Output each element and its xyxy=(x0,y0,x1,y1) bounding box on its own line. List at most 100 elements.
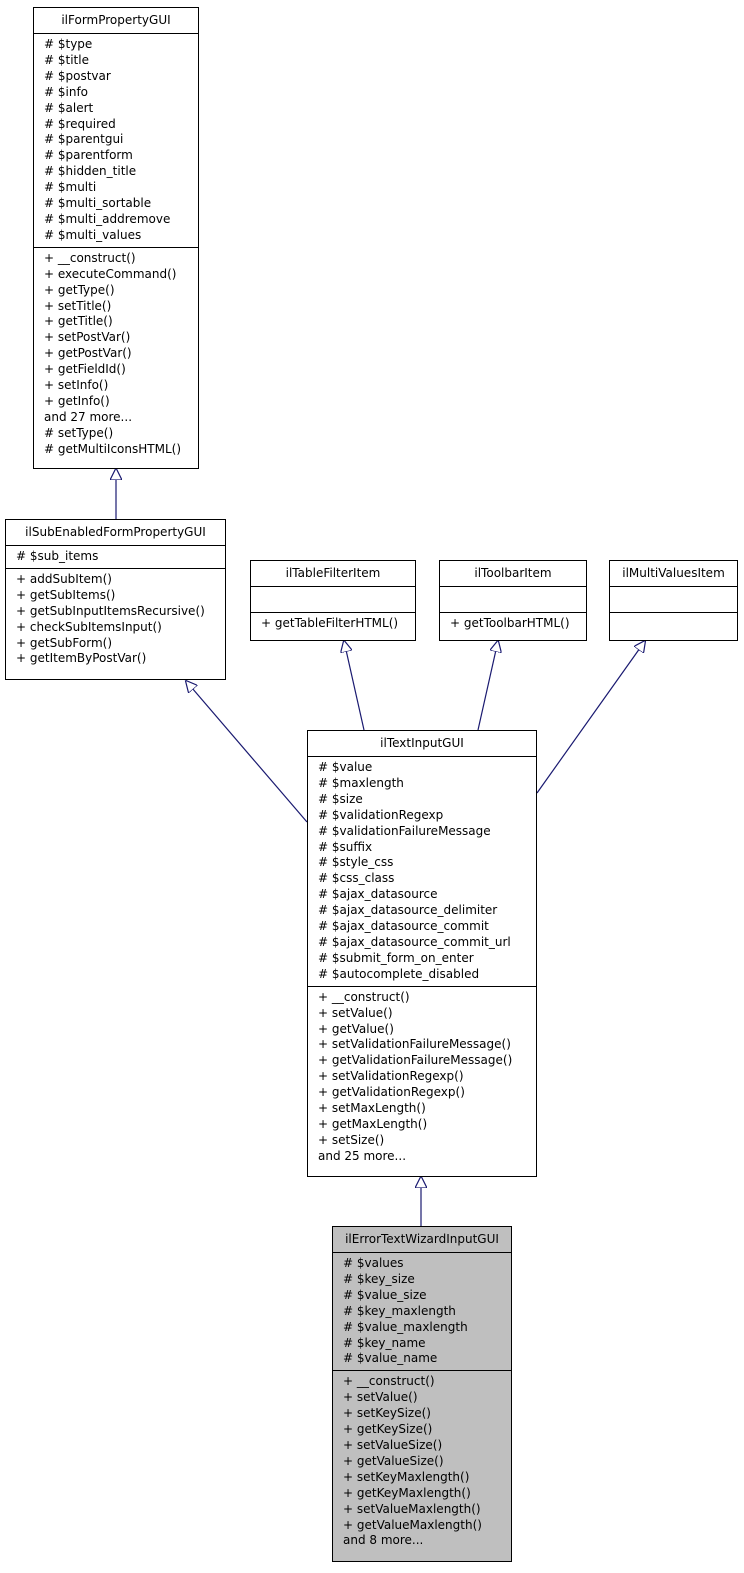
attribute-item: # $validationFailureMessage xyxy=(318,823,491,838)
attribute-item: # $value_name xyxy=(343,1351,438,1366)
method-item: + setValue() xyxy=(343,1390,418,1405)
method-item: + getValidationRegexp() xyxy=(318,1085,465,1100)
more-members-note: and 27 more... xyxy=(44,409,133,424)
attribute-item: # $alert xyxy=(44,100,94,115)
attributes-section: # $type # $title # $postvar # $info # $alert… xyxy=(34,34,198,247)
class-ilSubEnabledFormPropertyGUI[interactable]: ilSubEnabledFormPropertyGUI # $sub_items… xyxy=(5,519,226,680)
attribute-item: # $maxlength xyxy=(318,775,404,790)
attribute-item: # $ajax_datasource_commit xyxy=(318,919,489,934)
class-title: ilErrorTextWizardInputGUI xyxy=(333,1227,511,1253)
attributes-section xyxy=(610,587,737,612)
attribute-item: # $multi_sortable xyxy=(44,196,152,211)
attribute-item: # $size xyxy=(318,791,363,806)
more-members-note: and 25 more... xyxy=(318,1148,407,1163)
attributes-section: # $values # $key_size # $value_size # $key_… xyxy=(333,1253,511,1370)
attribute-item: # $style_css xyxy=(318,855,394,870)
more-members-note: and 8 more... xyxy=(343,1533,424,1548)
class-ilTableFilterItem[interactable]: ilTableFilterItem + getTableFilterHTML() xyxy=(250,560,416,641)
attributes-section xyxy=(440,587,586,612)
method-item: + getValidationFailureMessage() xyxy=(318,1053,513,1068)
attribute-item: # $type xyxy=(44,37,93,51)
class-ilErrorTextWizardInputGUI[interactable]: ilErrorTextWizardInputGUI # $values # $ke… xyxy=(332,1226,512,1562)
attribute-item: # $multi_addremove xyxy=(44,211,171,226)
class-title: ilTextInputGUI xyxy=(308,731,536,757)
class-title: ilToolbarItem xyxy=(440,561,586,587)
methods-section: + __construct() + executeCommand() + getTy… xyxy=(34,246,198,461)
attribute-item: # $autocomplete_disabled xyxy=(318,966,480,981)
method-item: + __construct() xyxy=(44,250,136,265)
attribute-item: # $multi_values xyxy=(44,227,142,242)
attribute-item: # $key_size xyxy=(343,1271,415,1286)
attribute-item: # $ajax_datasource_delimiter xyxy=(318,903,498,918)
method-item: + setKeySize() xyxy=(343,1406,431,1421)
method-item: + setPostVar() xyxy=(44,330,131,345)
method-item: + getValueMaxlength() xyxy=(343,1517,482,1532)
method-item: + setValidationRegexp() xyxy=(318,1069,464,1084)
edge-textinput-to-tablefilter xyxy=(344,641,365,731)
method-item: + setMaxLength() xyxy=(318,1101,426,1116)
method-item: + getTableFilterHTML() xyxy=(261,616,399,630)
method-item: + getType() xyxy=(44,282,115,297)
attributes-section: # $value # $maxlength # $size # $validation… xyxy=(308,757,536,986)
method-item: + setValidationFailureMessage() xyxy=(318,1037,511,1052)
method-item: + getMaxLength() xyxy=(318,1116,428,1131)
attribute-item: # $required xyxy=(44,116,116,131)
class-title: ilSubEnabledFormPropertyGUI xyxy=(6,520,225,546)
attribute-item: # $key_maxlength xyxy=(343,1303,456,1318)
attribute-item: # $css_class xyxy=(318,871,395,886)
class-ilFormPropertyGUI[interactable]: ilFormPropertyGUI # $type # $title # $post… xyxy=(33,7,199,469)
class-title: ilMultiValuesItem xyxy=(610,561,737,587)
attribute-item: # $postvar xyxy=(44,68,111,83)
method-item: + getToolbarHTML() xyxy=(450,616,570,630)
method-item: # setType() xyxy=(44,425,114,440)
method-item: + getValueSize() xyxy=(343,1453,444,1468)
class-title: ilTableFilterItem xyxy=(251,561,415,587)
attribute-item: # $parentgui xyxy=(44,132,124,147)
method-item: + setValue() xyxy=(318,1005,393,1020)
methods-section xyxy=(610,612,737,638)
method-item: + __construct() xyxy=(343,1374,435,1389)
method-item: + setTitle() xyxy=(44,298,112,313)
class-ilToolbarItem[interactable]: ilToolbarItem + getToolbarHTML() xyxy=(439,560,587,641)
attribute-item: # $value_maxlength xyxy=(343,1319,468,1334)
methods-section: + getTableFilterHTML() xyxy=(251,612,415,635)
methods-section: + addSubItem() + getSubItems() + getSubInp… xyxy=(6,567,225,670)
class-ilTextInputGUI[interactable]: ilTextInputGUI # $value # $maxlength # $si… xyxy=(307,730,537,1177)
attributes-section xyxy=(251,587,415,612)
methods-section: + __construct() + setValue() + getValue() +… xyxy=(308,985,536,1168)
method-item: + setKeyMaxlength() xyxy=(343,1469,470,1484)
attribute-item: # $hidden_title xyxy=(44,164,137,179)
attribute-item: # $suffix xyxy=(318,839,373,854)
methods-section: + __construct() + setValue() + setKeySize(… xyxy=(333,1370,511,1552)
attribute-item: # $title xyxy=(44,52,89,67)
methods-section: + getToolbarHTML() xyxy=(440,612,586,635)
attribute-item: # $values xyxy=(343,1256,404,1270)
class-ilMultiValuesItem[interactable]: ilMultiValuesItem xyxy=(609,560,738,641)
attribute-item: # $parentform xyxy=(44,148,133,163)
attribute-item: # $key_name xyxy=(343,1335,426,1350)
method-item: + getPostVar() xyxy=(44,346,132,361)
method-item: + getTitle() xyxy=(44,314,113,329)
attribute-item: # $multi xyxy=(44,180,97,195)
method-item: # getMultiIconsHTML() xyxy=(44,441,181,456)
attribute-item: # $info xyxy=(44,84,89,99)
method-item: + getSubItems() xyxy=(16,587,116,602)
method-item: + setInfo() xyxy=(44,378,109,393)
method-item: + setValueMaxlength() xyxy=(343,1501,481,1516)
method-item: + checkSubItemsInput() xyxy=(16,619,162,634)
attribute-item: # $sub_items xyxy=(16,549,99,563)
method-item: + getInfo() xyxy=(44,393,110,408)
method-item: + getValue() xyxy=(318,1021,394,1036)
method-item: + addSubItem() xyxy=(16,571,112,586)
attribute-item: # $submit_form_on_enter xyxy=(318,950,474,965)
attribute-item: # $value xyxy=(318,760,373,774)
attribute-item: # $ajax_datasource xyxy=(318,887,438,902)
method-item: + getFieldId() xyxy=(44,362,126,377)
edge-textinput-to-subenabled xyxy=(186,681,308,823)
class-title: ilFormPropertyGUI xyxy=(34,8,198,34)
method-item: + getItemByPostVar() xyxy=(16,651,147,666)
attribute-item: # $ajax_datasource_commit_url xyxy=(318,934,511,949)
method-item: + executeCommand() xyxy=(44,266,177,281)
method-item: + setSize() xyxy=(318,1132,385,1147)
method-item: + getKeySize() xyxy=(343,1422,433,1437)
